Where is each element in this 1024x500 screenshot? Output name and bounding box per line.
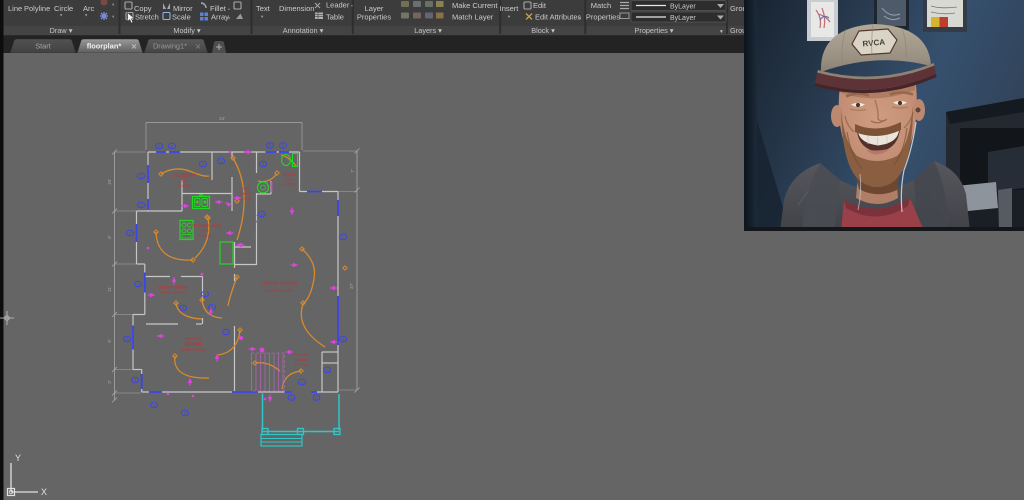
svg-text:•: • — [351, 4, 353, 10]
svg-text:FLOOR: FLOOR — [282, 183, 295, 187]
svg-text:24': 24' — [219, 116, 225, 121]
svg-text:HARD: HARD — [240, 192, 251, 196]
svg-text:10': 10' — [107, 179, 112, 185]
svg-text:FLOOR: FLOOR — [177, 184, 190, 188]
svg-text:Layers ▾: Layers ▾ — [414, 26, 442, 35]
svg-text:8': 8' — [107, 235, 112, 239]
svg-text:Y: Y — [15, 453, 21, 463]
svg-text:▾: ▾ — [720, 29, 723, 35]
svg-text:Match: Match — [591, 1, 611, 10]
svg-text:FLOOR: FLOOR — [198, 234, 211, 238]
svg-text:9': 9' — [107, 339, 112, 343]
svg-text:Stretch: Stretch — [135, 13, 159, 22]
svg-text:WOOD: WOOD — [295, 358, 307, 362]
svg-text:Array: Array — [211, 13, 229, 22]
svg-text:Line: Line — [8, 4, 22, 13]
svg-text:Annotation ▾: Annotation ▾ — [283, 26, 324, 35]
svg-text:Table: Table — [326, 13, 344, 22]
svg-text:TILE: TILE — [201, 229, 209, 233]
svg-text:Properties: Properties — [586, 13, 620, 22]
svg-text:11': 11' — [107, 286, 112, 292]
svg-text:ByLayer: ByLayer — [670, 3, 696, 10]
svg-text:HARD FLOOR: HARD FLOOR — [181, 348, 206, 352]
svg-text:Scale: Scale — [172, 13, 191, 22]
svg-text:Leader: Leader — [326, 1, 350, 10]
svg-text:3': 3' — [107, 380, 112, 384]
svg-text:DINING: DINING — [185, 336, 202, 341]
svg-text:Draw ▾: Draw ▾ — [50, 26, 73, 35]
svg-text:Make Current: Make Current — [452, 1, 498, 10]
svg-text:Modify ▾: Modify ▾ — [173, 26, 201, 35]
svg-text:Properties: Properties — [357, 13, 391, 22]
svg-text:Match Layer: Match Layer — [452, 13, 494, 22]
svg-text:Circle: Circle — [54, 4, 73, 13]
svg-text:9x2: 9x2 — [181, 179, 187, 183]
svg-text:TILE: TILE — [285, 178, 293, 182]
svg-text:FOYER: FOYER — [293, 352, 310, 357]
svg-text:Properties ▾: Properties ▾ — [635, 26, 674, 35]
svg-text:BATH: BATH — [283, 172, 295, 177]
svg-text:Grou: Grou — [730, 26, 746, 35]
svg-text:7': 7' — [350, 169, 355, 173]
svg-text:Edit Attributes: Edit Attributes — [535, 13, 582, 22]
svg-text:Start: Start — [35, 42, 51, 51]
svg-text:Edit: Edit — [533, 1, 547, 10]
svg-text:FLOOR: FLOOR — [294, 363, 307, 367]
svg-text:ByLayer: ByLayer — [670, 15, 696, 22]
svg-text:Polyline: Polyline — [24, 4, 50, 13]
svg-text:Insert: Insert — [500, 4, 520, 13]
svg-text:Text: Text — [256, 4, 271, 13]
svg-text:Block ▾: Block ▾ — [531, 26, 555, 35]
svg-text:HALL: HALL — [239, 186, 251, 191]
svg-text:X: X — [41, 487, 47, 497]
svg-text:37': 37' — [349, 283, 354, 289]
svg-text:Dimension: Dimension — [279, 4, 314, 13]
svg-text:KITCHEN 9x12: KITCHEN 9x12 — [191, 223, 222, 228]
svg-text:HARD FLOOR: HARD FLOOR — [265, 288, 292, 293]
svg-text:HARD FLOOR: HARD FLOOR — [161, 291, 186, 295]
svg-text:LIVING ROOM: LIVING ROOM — [261, 281, 297, 287]
svg-text:floorplan*: floorplan* — [87, 42, 122, 51]
svg-text:Drawing1*: Drawing1* — [153, 42, 187, 51]
svg-text:STUDY BDRM: STUDY BDRM — [158, 285, 188, 290]
